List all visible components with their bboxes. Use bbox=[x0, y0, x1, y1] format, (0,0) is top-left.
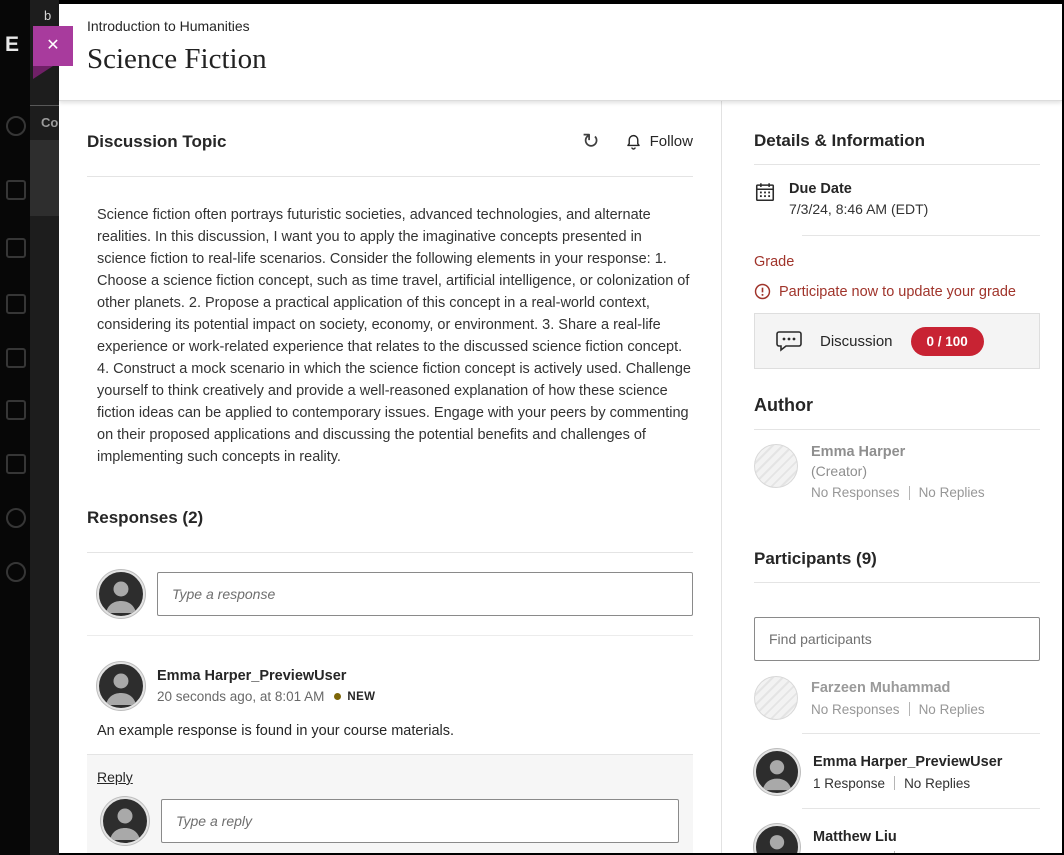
responses-count: 1 Response bbox=[813, 776, 885, 791]
partial-tab-label: Co bbox=[41, 115, 58, 130]
avatar bbox=[97, 570, 145, 618]
divider bbox=[802, 235, 1040, 236]
due-date-row: Due Date 7/3/24, 8:46 AM (EDT) bbox=[754, 165, 1040, 235]
response-text: An example response is found in your cou… bbox=[97, 723, 693, 739]
close-icon: ✕ bbox=[46, 37, 59, 54]
avatar bbox=[754, 444, 798, 488]
response-input[interactable] bbox=[157, 572, 693, 616]
participant-name: Matthew Liu bbox=[813, 829, 970, 845]
responses-count: No Responses bbox=[811, 485, 900, 500]
divider bbox=[894, 851, 895, 853]
replies-count: No Replies bbox=[919, 702, 985, 717]
participant-stats: 1 Response No Replies bbox=[813, 851, 970, 854]
divider bbox=[894, 776, 895, 790]
participant-row: Matthew Liu 1 Response No Replies bbox=[754, 809, 1040, 853]
close-panel-button[interactable]: ✕ bbox=[33, 26, 73, 66]
author-role: (Creator) bbox=[811, 463, 985, 479]
response-author: Emma Harper_PreviewUser bbox=[157, 668, 375, 684]
calendar-icon bbox=[754, 181, 776, 203]
sync-icon bbox=[6, 562, 26, 582]
participant-name: Farzeen Muhammad bbox=[811, 680, 985, 696]
replies-count: No Replies bbox=[919, 485, 985, 500]
due-date-label: Due Date bbox=[789, 181, 928, 197]
participants-heading: Participants (9) bbox=[754, 549, 1040, 583]
tools-icon bbox=[6, 454, 26, 474]
course-initial: E bbox=[5, 33, 19, 57]
warning-icon bbox=[754, 283, 771, 300]
new-badge: NEW bbox=[347, 691, 375, 703]
details-heading: Details & Information bbox=[754, 131, 1040, 165]
responses-count: No Responses bbox=[811, 702, 900, 717]
avatar bbox=[101, 797, 149, 845]
partial-breadcrumb: b bbox=[44, 8, 51, 23]
participant-row: Emma Harper_PreviewUser 1 Response No Re… bbox=[754, 734, 1040, 808]
discussion-topic-heading: Discussion Topic bbox=[87, 132, 582, 152]
screen: E b Co ✕ Introduction to Humanities Scie… bbox=[0, 0, 1064, 855]
response-header: Emma Harper_PreviewUser 20 seconds ago, … bbox=[87, 662, 693, 710]
reply-input[interactable] bbox=[161, 799, 679, 843]
responses-heading: Responses (2) bbox=[87, 508, 693, 553]
find-participants-input[interactable] bbox=[754, 617, 1040, 661]
participant-stats: 1 Response No Replies bbox=[813, 776, 1002, 791]
details-sidebar: Details & Information bbox=[721, 101, 1062, 853]
response-composer bbox=[87, 553, 693, 636]
reply-composer bbox=[97, 797, 679, 845]
author-row: Emma Harper (Creator) No Responses No Re… bbox=[754, 430, 1040, 515]
calendar-nav-icon bbox=[6, 238, 26, 258]
follow-label: Follow bbox=[650, 133, 693, 150]
panel-header: Introduction to Humanities Science Ficti… bbox=[59, 4, 1062, 101]
grade-item-label: Discussion bbox=[820, 333, 893, 350]
divider bbox=[30, 105, 59, 106]
participant-row: Farzeen Muhammad No Responses No Replies bbox=[754, 661, 1040, 733]
dimmed-banner bbox=[30, 140, 59, 216]
avatar bbox=[754, 676, 798, 720]
close-button-fold bbox=[33, 66, 53, 79]
participant-stats: No Responses No Replies bbox=[811, 702, 985, 717]
grades-icon bbox=[6, 348, 26, 368]
search-icon bbox=[6, 116, 26, 136]
help-icon bbox=[6, 508, 26, 528]
grade-label: Grade bbox=[754, 254, 1040, 270]
response-item: Emma Harper_PreviewUser 20 seconds ago, … bbox=[87, 636, 693, 853]
author-name: Emma Harper bbox=[811, 444, 985, 460]
refresh-button[interactable]: ↻ bbox=[582, 131, 600, 152]
panel-body: Discussion Topic ↻ Follow Science fictio… bbox=[59, 101, 1062, 853]
response-meta: 20 seconds ago, at 8:01 AM NEW bbox=[157, 689, 375, 704]
grade-box: Discussion 0 / 100 bbox=[754, 313, 1040, 369]
reply-section: Reply bbox=[87, 754, 693, 853]
participant-name: Emma Harper_PreviewUser bbox=[813, 754, 1002, 770]
avatar bbox=[754, 824, 800, 853]
replies-count: No Replies bbox=[904, 776, 970, 791]
divider bbox=[909, 702, 910, 716]
topic-header-row: Discussion Topic ↻ Follow bbox=[87, 131, 693, 177]
course-breadcrumb: Introduction to Humanities bbox=[87, 18, 1034, 34]
discussion-icon bbox=[771, 323, 807, 359]
mail-icon bbox=[6, 400, 26, 420]
grade-alert-text: Participate now to update your grade bbox=[779, 284, 1016, 300]
divider bbox=[909, 486, 910, 500]
due-date-value: 7/3/24, 8:46 AM (EDT) bbox=[789, 201, 928, 217]
grid-icon bbox=[6, 180, 26, 200]
new-indicator-dot bbox=[334, 693, 341, 700]
replies-count: No Replies bbox=[904, 851, 970, 854]
messages-icon bbox=[6, 294, 26, 314]
follow-button[interactable]: Follow bbox=[624, 132, 693, 151]
dimmed-page-edge: b Co bbox=[30, 0, 59, 855]
reply-link[interactable]: Reply bbox=[97, 769, 133, 785]
author-stats: No Responses No Replies bbox=[811, 485, 985, 500]
bell-icon bbox=[624, 132, 643, 151]
discussion-prompt-text: Science fiction often portrays futuristi… bbox=[97, 204, 693, 468]
discussion-panel: Introduction to Humanities Science Ficti… bbox=[59, 4, 1062, 853]
grade-score-pill: 0 / 100 bbox=[911, 327, 984, 356]
page-title: Science Fiction bbox=[87, 43, 1034, 76]
avatar bbox=[97, 662, 145, 710]
background-nav-rail: E bbox=[0, 0, 30, 855]
responses-count: 1 Response bbox=[813, 851, 885, 854]
response-timestamp: 20 seconds ago, at 8:01 AM bbox=[157, 689, 324, 704]
grade-alert: Participate now to update your grade bbox=[754, 283, 1040, 300]
discussion-main-column: Discussion Topic ↻ Follow Science fictio… bbox=[59, 101, 721, 853]
author-heading: Author bbox=[754, 395, 1040, 430]
avatar bbox=[754, 749, 800, 795]
refresh-icon: ↻ bbox=[582, 130, 600, 153]
